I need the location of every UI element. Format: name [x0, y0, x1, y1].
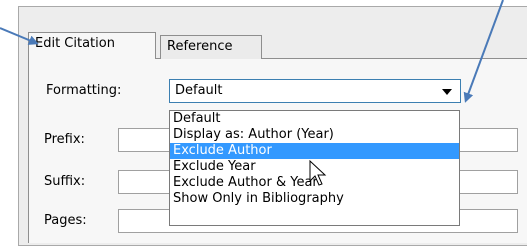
annotation-arrow-icon	[0, 27, 39, 45]
annotation-arrow-icon	[463, 0, 504, 103]
annotation-arrows	[0, 0, 504, 103]
mouse-cursor-icon	[309, 160, 327, 186]
